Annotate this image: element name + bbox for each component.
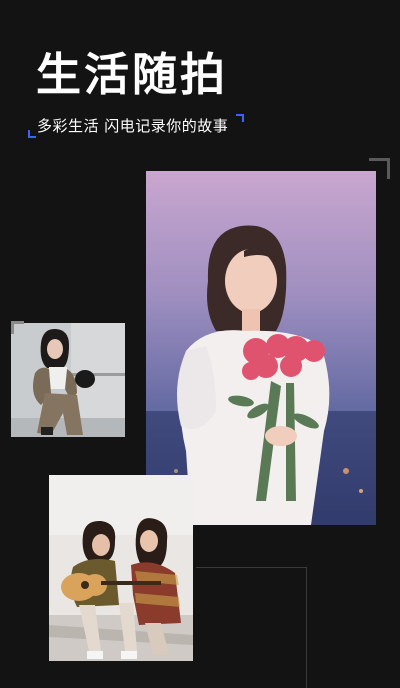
decorative-frame [196,567,307,688]
page-subtitle: 多彩生活 闪电记录你的故事 [37,117,229,135]
main-photo [146,171,376,525]
girl-with-roses-image [146,171,376,525]
woman-sitting-image [11,323,125,437]
bottom-photo [49,475,193,661]
corner-bracket-icon [11,321,24,334]
left-photo [11,323,125,437]
corner-mark-icon [236,114,244,122]
subtitle-frame: 多彩生活 闪电记录你的故事 [28,114,244,138]
corner-mark-icon [28,130,36,138]
friends-with-guitar-image [49,475,193,661]
page-title: 生活随拍 [36,48,229,101]
